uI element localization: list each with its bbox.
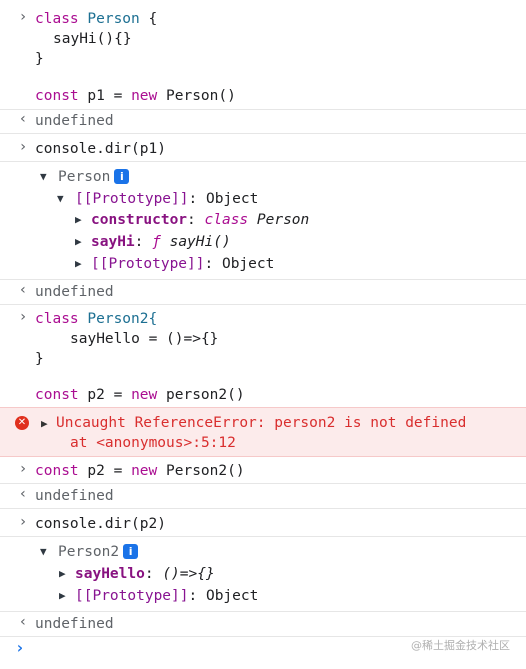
code-line: sayHi(){} <box>53 31 132 47</box>
tree-root[interactable]: Person i <box>58 167 130 187</box>
code-line: const p2 = new Person2() <box>35 463 245 479</box>
expand-triangle-right-icon[interactable]: ▶ <box>75 257 82 270</box>
output-value: undefined <box>35 284 114 300</box>
expand-triangle-right-icon[interactable]: ▶ <box>75 235 82 248</box>
output-value: undefined <box>35 113 114 129</box>
code-line: console.dir(p2) <box>35 516 166 532</box>
code-line: const p2 = new person2() <box>35 387 245 403</box>
code-line: } <box>35 51 44 67</box>
watermark: @稀土掘金技术社区 <box>411 639 510 652</box>
tree-node-prototype[interactable]: [[Prototype]]: Object <box>75 586 258 606</box>
code-line: } <box>35 351 44 367</box>
output-value: undefined <box>35 616 114 632</box>
error-text: Uncaught ReferenceError: person2 is not … <box>56 415 467 431</box>
tree-node-sayhi[interactable]: sayHi: ƒ sayHi() <box>91 232 231 252</box>
error-x-icon: ✕ <box>15 416 29 430</box>
output-prompt-icon: ‹ <box>18 111 28 127</box>
code-line: class Person { <box>35 11 158 27</box>
tree-node-constructor[interactable]: constructor: class Person <box>91 210 309 230</box>
input-prompt-icon: › <box>18 139 28 155</box>
tree-node-inner-prototype[interactable]: [[Prototype]]: Object <box>91 254 274 274</box>
tree-root[interactable]: Person2 i <box>58 542 139 562</box>
input-prompt-icon: › <box>18 461 28 477</box>
input-prompt-icon: › <box>18 9 28 25</box>
expand-triangle-right-icon[interactable]: ▶ <box>41 417 48 430</box>
expand-triangle-right-icon[interactable]: ▶ <box>59 567 66 580</box>
error-stack-line[interactable]: at <anonymous>:5:12 <box>70 433 236 453</box>
input-prompt-icon: › <box>18 514 28 530</box>
output-prompt-icon: ‹ <box>18 486 28 502</box>
output-prompt-icon: ‹ <box>18 614 28 630</box>
expand-triangle-down-icon[interactable]: ▼ <box>40 170 47 183</box>
expand-triangle-down-icon[interactable]: ▼ <box>57 192 64 205</box>
expand-triangle-down-icon[interactable]: ▼ <box>40 545 47 558</box>
expand-triangle-right-icon[interactable]: ▶ <box>75 213 82 226</box>
info-icon[interactable]: i <box>114 169 130 184</box>
console-input[interactable] <box>30 638 400 660</box>
info-icon[interactable]: i <box>123 544 139 559</box>
console-prompt-caret-icon[interactable]: › <box>15 638 25 657</box>
code-line: console.dir(p1) <box>35 141 166 157</box>
tree-node-sayhello[interactable]: sayHello: ()=>{} <box>75 564 215 584</box>
output-value: undefined <box>35 488 114 504</box>
code-line: sayHello = ()=>{} <box>70 331 219 347</box>
error-message-row: ✕ ▶ Uncaught ReferenceError: person2 is … <box>0 407 526 457</box>
input-prompt-icon: › <box>18 309 28 325</box>
code-line: class Person2{ <box>35 311 158 327</box>
output-prompt-icon: ‹ <box>18 282 28 298</box>
tree-node-prototype[interactable]: [[Prototype]]: Object <box>75 189 258 209</box>
code-line: const p1 = new Person() <box>35 88 236 104</box>
expand-triangle-right-icon[interactable]: ▶ <box>59 589 66 602</box>
